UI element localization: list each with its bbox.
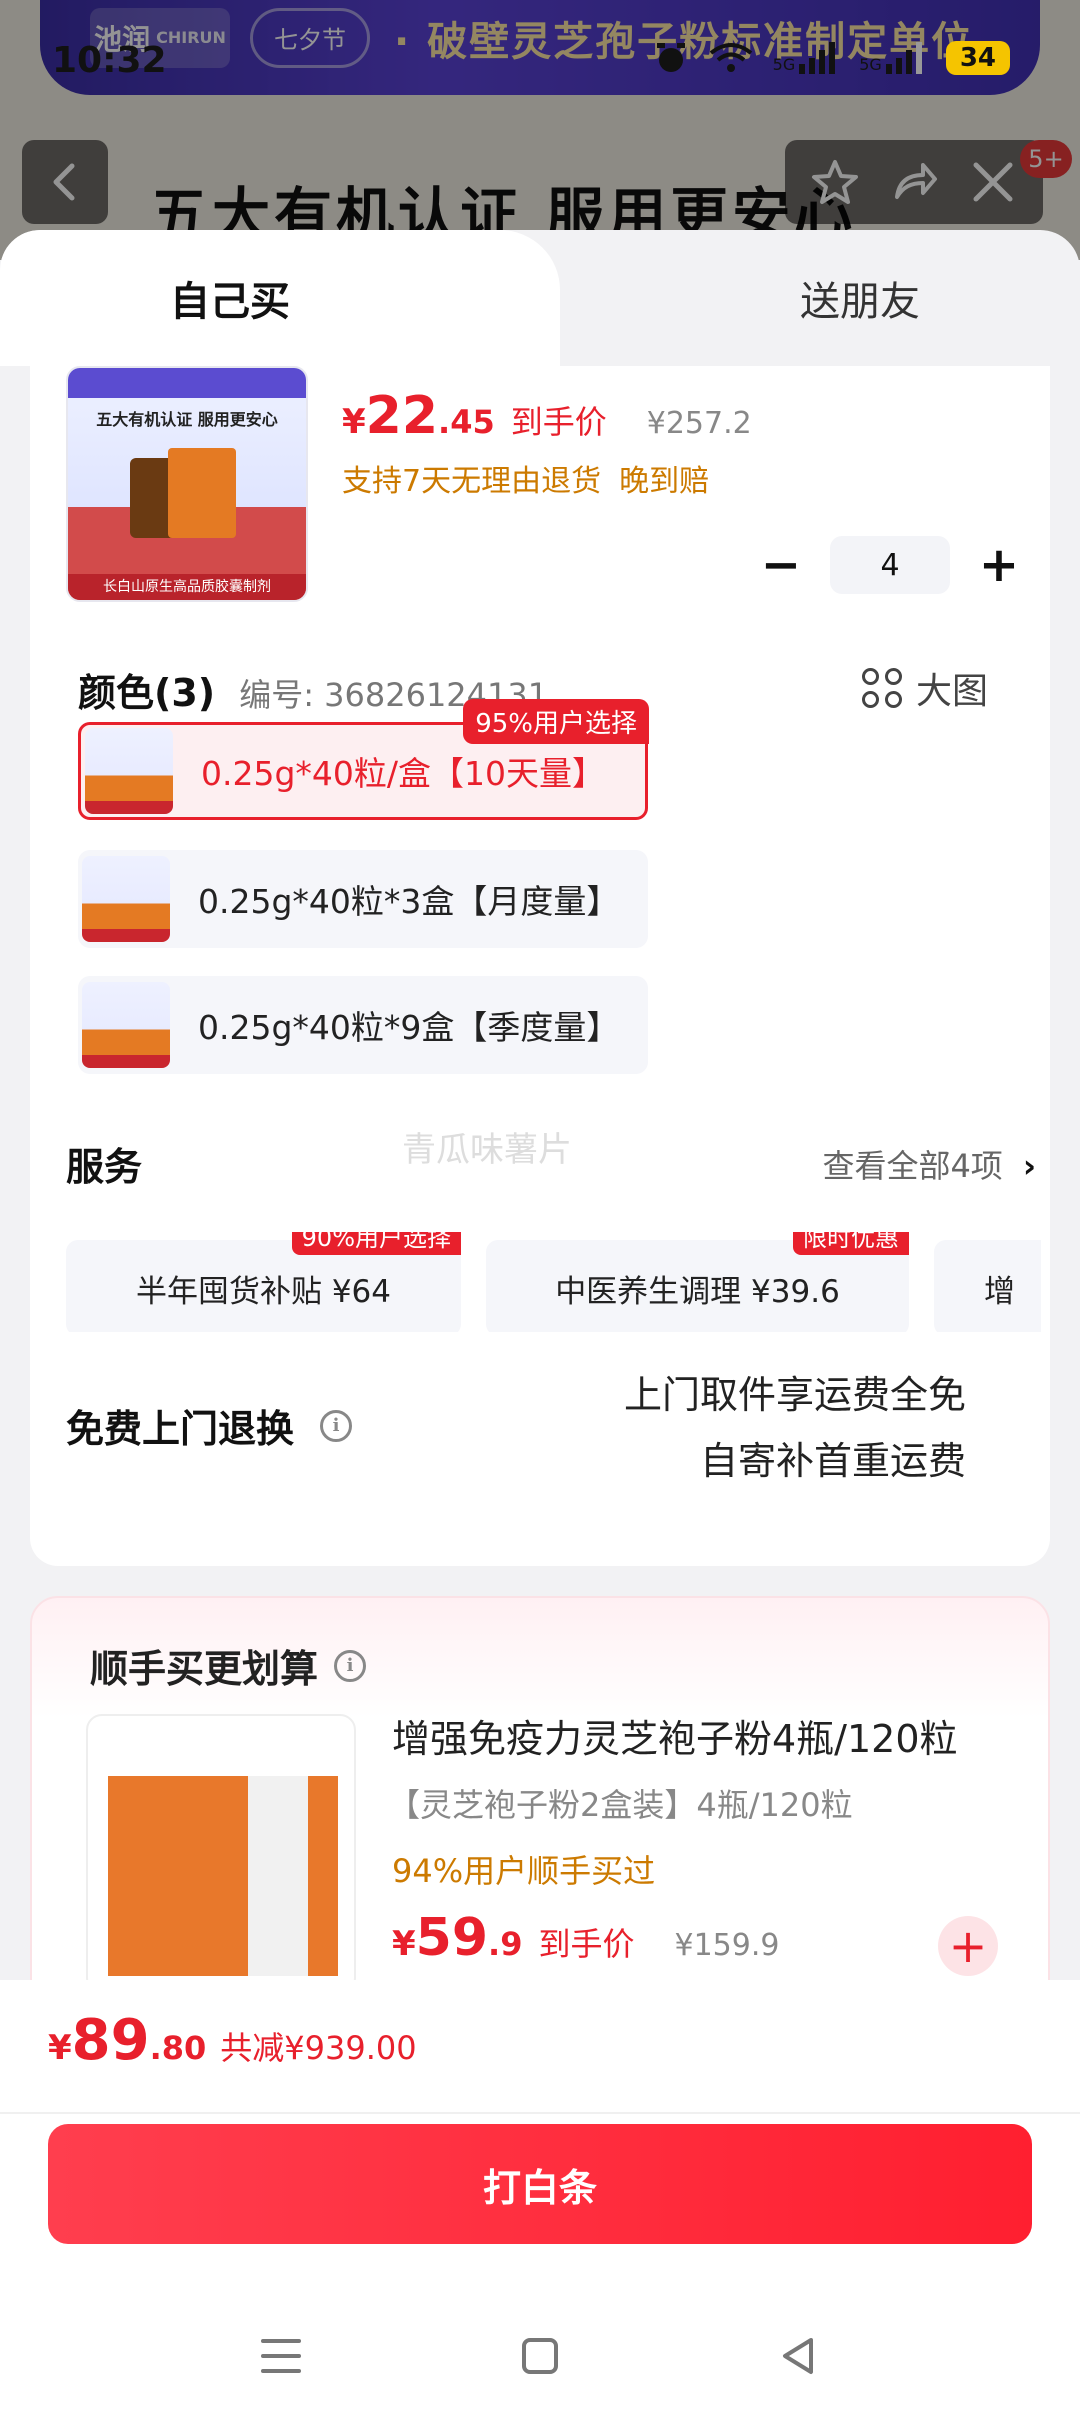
bundle-price-label: 到手价 xyxy=(538,1925,635,1963)
price-decimal: .45 xyxy=(438,403,495,441)
service-options-scroller[interactable]: 半年囤货补贴 ¥64 90%用户选择 中医养生调理 ¥39.6 限时优惠 增 xyxy=(66,1232,1041,1332)
info-icon[interactable]: i xyxy=(334,1649,367,1682)
bundle-title-text: 顺手买更划算 xyxy=(90,1647,319,1691)
variant-label: 0.25g*40粒*3盒【月度量】 xyxy=(198,882,620,921)
variant-label: 0.25g*40粒/盒【10天量】 xyxy=(201,754,606,793)
variant-thumbnail xyxy=(85,728,173,814)
quantity-stepper: − 4 + xyxy=(750,534,1030,596)
bundle-product-thumbnail[interactable] xyxy=(86,1714,356,1994)
price-label: 到手价 xyxy=(510,403,607,441)
bundle-price-integer: 59 xyxy=(415,1908,489,1968)
free-return-row: 免费上门退换 i xyxy=(66,1398,353,1453)
variant-thumbnail xyxy=(82,982,170,1068)
price-currency: ¥ xyxy=(342,402,366,442)
signal-bars-icon xyxy=(799,42,836,74)
bundle-title: 顺手买更划算 i xyxy=(90,1638,367,1693)
bundle-product-spec: 【灵芝袍子粉2盒装】4瓶/120粒 xyxy=(388,1786,853,1824)
bundle-price-currency: ¥ xyxy=(392,1924,416,1964)
footer-divider xyxy=(0,2112,1080,2114)
service-option-more[interactable]: 增 xyxy=(934,1240,1041,1332)
signal-label-2: 5G xyxy=(859,55,882,74)
big-image-toggle[interactable]: 大图 xyxy=(862,662,988,714)
service-label: 中医养生调理 ¥39.6 xyxy=(555,1273,840,1310)
popular-choice-badge: 95%用户选择 xyxy=(463,699,649,744)
view-all-services-link[interactable]: 查看全部4项 › xyxy=(822,1141,1036,1187)
bundle-social-proof: 94%用户顺手买过 xyxy=(392,1852,656,1890)
purchase-tabs: 送朋友 自己买 xyxy=(0,230,1080,366)
bundle-box-side xyxy=(248,1776,308,1976)
service-option-stock-subsidy[interactable]: 半年囤货补贴 ¥64 90%用户选择 xyxy=(66,1232,461,1332)
alarm-icon xyxy=(656,43,685,72)
service-badge: 限时优惠 xyxy=(793,1232,909,1255)
promo-late-compensation: 晚到赔 xyxy=(619,464,710,499)
service-label: 半年囤货补贴 ¥64 xyxy=(135,1273,392,1310)
chevron-right-icon: › xyxy=(1022,1146,1036,1185)
battery-indicator: 34 xyxy=(945,41,1010,75)
system-navigation-bar xyxy=(0,2300,1080,2412)
tab-buy-self[interactable]: 自己买 xyxy=(0,230,560,366)
signal-5g-icon-2: 5G xyxy=(859,42,926,74)
bundle-original-price: ¥159.9 xyxy=(674,1928,780,1963)
sku-selection-card: 五大有机认证 服用更安心 长白山原生高品质胶囊制剂 ¥ 22 .45 到手价 ¥… xyxy=(30,366,1050,1566)
big-image-label: 大图 xyxy=(916,671,989,712)
signal-label-1: 5G xyxy=(772,55,796,74)
total-decimal: .80 xyxy=(149,2029,207,2067)
service-option-tcm-care[interactable]: 中医养生调理 ¥39.6 限时优惠 xyxy=(486,1232,909,1332)
back-icon[interactable] xyxy=(779,2336,819,2376)
tab-gift-friend-label: 送朋友 xyxy=(800,279,920,325)
wifi-icon xyxy=(709,43,752,72)
product-thumbnail[interactable]: 五大有机认证 服用更安心 长白山原生高品质胶囊制剂 xyxy=(66,366,308,602)
view-all-label: 查看全部4项 xyxy=(822,1146,1003,1185)
total-savings: 共减¥939.00 xyxy=(220,2029,417,2067)
signal-bars-icon-2 xyxy=(885,42,922,74)
add-bundle-button[interactable]: + xyxy=(938,1916,998,1976)
free-return-title: 免费上门退换 xyxy=(66,1407,295,1451)
service-title: 服务 xyxy=(66,1145,143,1189)
status-bar: 10:32 5G 5G 34 xyxy=(0,0,1080,110)
thumb-banner xyxy=(68,368,306,398)
variant-option-monthly[interactable]: 0.25g*40粒*3盒【月度量】 xyxy=(78,850,648,948)
total-currency: ¥ xyxy=(48,2028,72,2068)
home-icon[interactable] xyxy=(521,2338,558,2374)
pay-with-baitiao-button[interactable]: 打白条 xyxy=(48,2124,1032,2244)
price-integer: 22 xyxy=(365,386,439,446)
tab-buy-self-label: 自己买 xyxy=(170,279,290,325)
decrement-button[interactable]: − xyxy=(750,534,812,596)
status-time: 10:32 xyxy=(52,40,167,81)
variant-label: 0.25g*40粒*9盒【季度量】 xyxy=(198,1008,620,1047)
bundle-price-decimal: .9 xyxy=(488,1925,523,1963)
increment-button[interactable]: + xyxy=(968,534,1030,596)
free-return-description: 上门取件享运费全免 自寄补首重运费 xyxy=(624,1362,966,1494)
menu-icon[interactable] xyxy=(260,2339,301,2373)
bundle-price-row: ¥ 59 .9 到手价 ¥159.9 xyxy=(392,1908,779,1968)
promo-tags: 支持7天无理由退货 晚到赔 xyxy=(342,456,709,500)
tab-gift-friend[interactable]: 送朋友 xyxy=(560,230,1080,366)
bundle-product-name[interactable]: 增强免疫力灵芝袍子粉4瓶/120粒 xyxy=(392,1708,992,1763)
total-integer: 89 xyxy=(71,2008,150,2073)
grid-icon xyxy=(862,668,902,708)
service-label: 增 xyxy=(984,1273,1015,1310)
order-total: ¥ 89 .80 共减¥939.00 xyxy=(48,2008,417,2073)
variant-thumbnail xyxy=(82,856,170,942)
free-return-desc-2: 自寄补首重运费 xyxy=(699,1439,966,1483)
status-icons: 5G 5G 34 xyxy=(653,40,1010,76)
thumb-title: 五大有机认证 服用更安心 xyxy=(96,410,278,429)
price-row: ¥ 22 .45 到手价 ¥257.2 xyxy=(342,386,752,446)
color-title: 颜色(3) xyxy=(78,671,216,715)
info-icon[interactable]: i xyxy=(320,1409,353,1442)
free-return-desc-1: 上门取件享运费全免 xyxy=(623,1373,966,1417)
variant-option-10day[interactable]: 0.25g*40粒/盒【10天量】 95%用户选择 xyxy=(78,699,649,820)
bundle-recommendation-card: 顺手买更划算 i 增强免疫力灵芝袍子粉4瓶/120粒 【灵芝袍子粉2盒装】4瓶/… xyxy=(30,1596,1050,2016)
service-header: 服务 查看全部4项 › xyxy=(66,1136,1036,1191)
thumb-box xyxy=(168,448,236,538)
quantity-value[interactable]: 4 xyxy=(830,536,950,594)
signal-5g-icon: 5G xyxy=(773,42,840,74)
service-badge: 90%用户选择 xyxy=(291,1232,461,1255)
thumb-footer-text: 长白山原生高品质胶囊制剂 xyxy=(68,574,306,600)
promo-return-policy: 支持7天无理由退货 xyxy=(342,464,602,499)
variant-option-quarterly[interactable]: 0.25g*40粒*9盒【季度量】 xyxy=(78,976,648,1074)
original-price: ¥257.2 xyxy=(646,406,752,441)
